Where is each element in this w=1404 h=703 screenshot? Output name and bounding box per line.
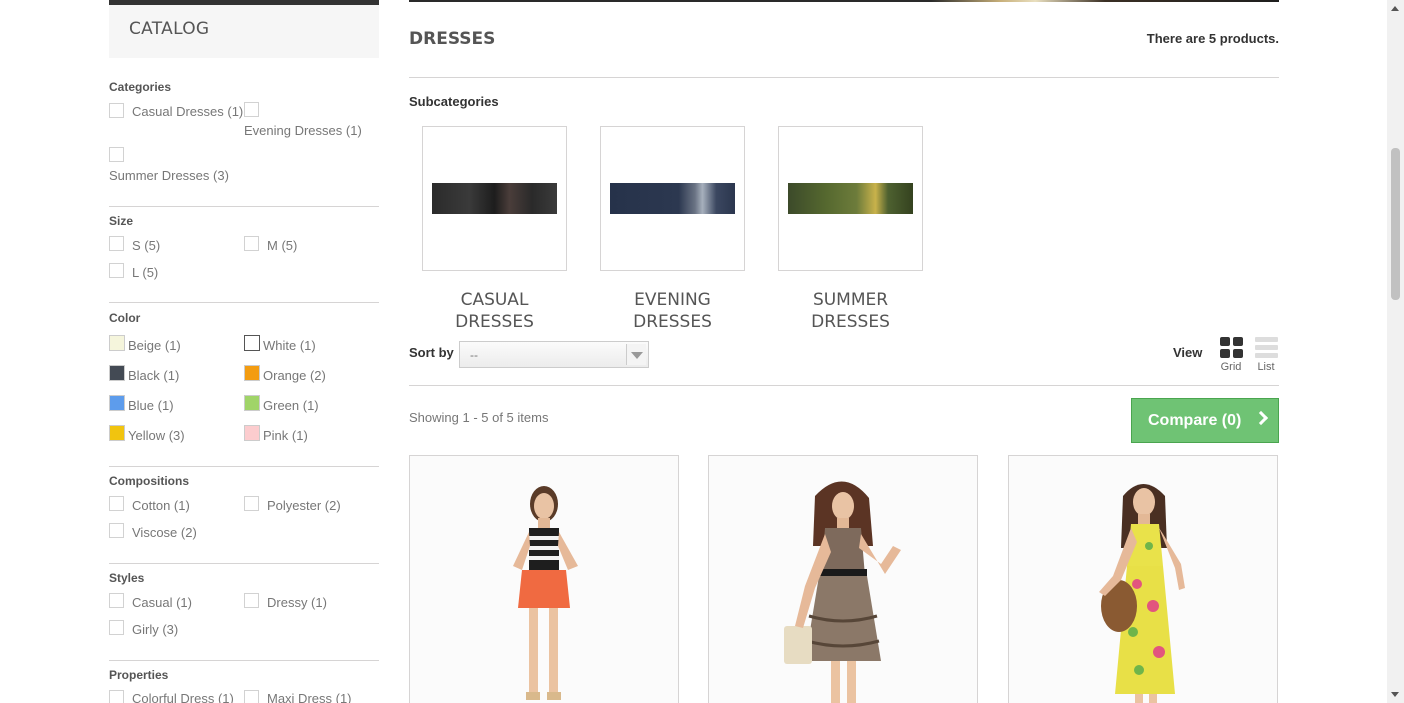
category-banner xyxy=(409,0,1279,2)
sort-select-value: -- xyxy=(470,348,478,362)
color-swatch[interactable] xyxy=(244,425,260,441)
subcategory-casual-dresses[interactable]: CASUAL DRESSES xyxy=(422,126,567,333)
subcategory-thumbnail[interactable] xyxy=(422,126,567,271)
list-icon xyxy=(1254,337,1278,358)
color-swatch[interactable] xyxy=(244,395,260,411)
filter-title-styles: Styles xyxy=(109,571,145,585)
filter-title-properties: Properties xyxy=(109,668,169,682)
checkbox[interactable] xyxy=(244,496,259,511)
product-count: There are 5 products. xyxy=(1146,31,1279,46)
scroll-up-arrow-icon[interactable] xyxy=(1391,6,1399,11)
divider xyxy=(409,385,1279,386)
scroll-down-arrow-icon[interactable] xyxy=(1391,692,1399,697)
product-image[interactable] xyxy=(709,456,977,703)
view-grid-label: Grid xyxy=(1220,361,1242,373)
subcategory-name[interactable]: CASUAL DRESSES xyxy=(422,289,567,333)
color-swatch[interactable] xyxy=(109,425,125,441)
subcategory-image xyxy=(610,183,735,214)
filter-compositions: Compositions Cotton (1) Polyester (2) Vi… xyxy=(109,467,379,564)
view-grid-button[interactable]: Grid xyxy=(1218,337,1244,373)
filter-title-compositions: Compositions xyxy=(109,474,189,488)
checkbox[interactable] xyxy=(109,236,124,251)
filter-categories: Categories Casual Dresses (1) Evening Dr… xyxy=(109,58,379,207)
page-scrollbar[interactable] xyxy=(1387,0,1404,703)
subcategory-image xyxy=(432,183,557,214)
subcategory-evening-dresses[interactable]: EVENING DRESSES xyxy=(600,126,745,333)
compare-button[interactable]: Compare (0) xyxy=(1131,398,1279,443)
color-swatch[interactable] xyxy=(109,335,125,351)
product-image[interactable] xyxy=(410,456,678,703)
compare-button-label: Compare (0) xyxy=(1148,412,1242,429)
chevron-right-icon xyxy=(1253,410,1269,426)
chevron-down-icon[interactable] xyxy=(626,344,646,365)
checkbox[interactable] xyxy=(244,236,259,251)
product-card[interactable] xyxy=(708,455,978,703)
checkbox[interactable] xyxy=(244,593,259,608)
filter-title-categories: Categories xyxy=(109,80,172,94)
view-list-label: List xyxy=(1257,361,1275,373)
sidebar: CATALOG Categories Casual Dresses (1) Ev… xyxy=(109,0,379,703)
filter-styles: Styles Casual (1) Dressy (1) Girly (3) xyxy=(109,564,379,661)
subcategories-heading: Subcategories xyxy=(409,94,499,109)
divider xyxy=(409,77,1279,78)
checkbox[interactable] xyxy=(109,593,124,608)
color-swatch[interactable] xyxy=(244,365,260,381)
checkbox[interactable] xyxy=(109,523,124,538)
checkbox[interactable] xyxy=(109,147,124,162)
view-list-button[interactable]: List xyxy=(1253,337,1279,373)
checkbox[interactable] xyxy=(109,263,124,278)
subcategory-image xyxy=(788,183,913,214)
product-image[interactable] xyxy=(1009,456,1277,703)
product-card[interactable] xyxy=(1008,455,1278,703)
filter-title-size: Size xyxy=(109,214,134,228)
subcategory-name[interactable]: SUMMER DRESSES xyxy=(778,289,923,333)
color-swatch[interactable] xyxy=(244,335,260,351)
filter-color: Color Beige (1) White (1) Black (1) Oran… xyxy=(109,303,379,467)
checkbox[interactable] xyxy=(109,620,124,635)
showing-items-text: Showing 1 - 5 of 5 items xyxy=(409,410,549,425)
sort-select[interactable]: -- xyxy=(459,341,649,368)
product-card[interactable] xyxy=(409,455,679,703)
grid-icon xyxy=(1219,337,1243,358)
category-title: DRESSES xyxy=(409,29,496,49)
color-swatch[interactable] xyxy=(109,365,125,381)
catalog-title: CATALOG xyxy=(109,0,379,58)
checkbox[interactable] xyxy=(244,102,259,117)
filter-title-color: Color xyxy=(109,311,141,325)
subcategory-thumbnail[interactable] xyxy=(778,126,923,271)
color-swatch[interactable] xyxy=(109,395,125,411)
subcategory-thumbnail[interactable] xyxy=(600,126,745,271)
checkbox[interactable] xyxy=(244,690,259,703)
filter-properties: Properties Colorful Dress (1) Maxi Dress… xyxy=(109,668,352,703)
checkbox[interactable] xyxy=(109,496,124,511)
checkbox[interactable] xyxy=(109,103,124,118)
filter-size: Size S (5) M (5) L (5) xyxy=(109,207,379,303)
sort-by-label: Sort by xyxy=(409,345,454,360)
scrollbar-thumb[interactable] xyxy=(1391,148,1400,300)
checkbox[interactable] xyxy=(109,690,124,703)
view-label: View xyxy=(1173,345,1203,360)
subcategory-summer-dresses[interactable]: SUMMER DRESSES xyxy=(778,126,923,333)
subcategory-name[interactable]: EVENING DRESSES xyxy=(600,289,745,333)
